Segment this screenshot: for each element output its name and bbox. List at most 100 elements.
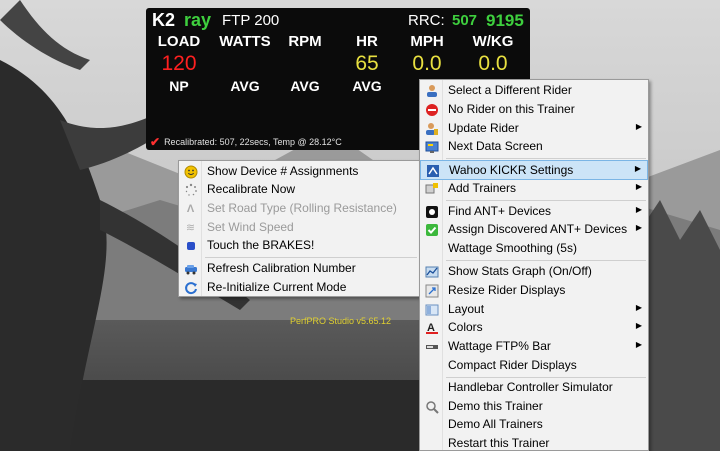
menu-item-label: Compact Rider Displays [448,358,577,372]
menu-item-label: Demo All Trainers [448,417,543,431]
value-hr: 65 [355,52,379,75]
menu-item-label: Next Data Screen [448,139,543,153]
menu-item-label: Set Wind Speed [207,220,294,234]
submenu-arrow-icon: ▶ [635,223,642,232]
menu-item-layout[interactable]: Layout ▶ [420,300,648,319]
menu-item-colors[interactable]: A Colors ▶ [420,318,648,337]
bar-icon [424,339,439,354]
recalibration-status: ✔ Recalibrated: 507, 22secs, Temp @ 28.1… [150,135,342,149]
menu-item-label: Recalibrate Now [207,182,296,196]
menu-item-label: Show Device # Assignments [207,164,359,178]
rrc-value-2: 9195 [486,11,524,30]
screen-icon [424,139,439,154]
header-load: LOAD [157,33,201,50]
menu-item-label: Show Stats Graph (On/Off) [448,264,592,278]
menu-separator [446,200,646,201]
menu-item-find-ant-devices[interactable]: Find ANT+ Devices ▶ [420,202,648,221]
menu-separator [446,260,646,261]
menu-item-demo-this-trainer[interactable]: Demo this Trainer [420,397,648,416]
kickr-icon [425,163,440,178]
menu-item-recalibrate-now[interactable]: Recalibrate Now [179,180,419,199]
user-edit-icon [424,121,439,136]
refresh-car-icon [183,261,198,276]
submenu-arrow-icon: ▶ [635,122,642,131]
header-mph: MPH [410,33,444,50]
menu-item-set-road-type[interactable]: Λ Set Road Type (Rolling Resistance) [179,199,419,218]
submenu-arrow-icon: ▶ [635,340,642,349]
menu-item-next-data-screen[interactable]: Next Data Screen [420,137,648,156]
menu-item-label: Colors [448,320,483,334]
menu-item-label: Resize Rider Displays [448,283,566,297]
menu-item-label: Update Rider [448,121,519,135]
colors-icon: A [424,320,439,335]
menu-item-refresh-calibration[interactable]: Refresh Calibration Number [179,259,419,278]
value-mph: 0.0 [412,52,442,75]
wind-icon: ≋ [185,222,196,234]
menu-item-label: Wahoo KICKR Settings [449,163,574,177]
recalibration-text: Recalibrated: 507, 22secs, Temp @ 28.12°… [164,137,342,147]
value-load: 120 [161,52,197,75]
label-np: NP [169,78,189,94]
header-wkg: W/KG [472,33,514,50]
menu-item-assign-ant-devices[interactable]: Assign Discovered ANT+ Devices ▶ [420,220,648,239]
road-icon: Λ [186,202,195,215]
rider-name: ray [184,10,212,30]
checkmark-icon: ✔ [150,135,161,149]
label-avg-rpm: AVG [290,78,320,94]
header-rpm: RPM [288,33,322,50]
reinit-icon [183,280,198,295]
rrc-label: RRC: [408,12,445,29]
label-avg-hr: AVG [352,78,382,94]
menu-item-compact-rider-displays[interactable]: Compact Rider Displays [420,356,648,375]
rider-number: K2 [152,10,176,30]
smiley-icon [183,164,198,179]
layout-icon [424,302,439,317]
menu-item-show-stats-graph[interactable]: Show Stats Graph (On/Off) [420,262,648,281]
menu-item-update-rider[interactable]: Update Rider ▶ [420,119,648,138]
menu-item-label: No Rider on this Trainer [448,102,575,116]
version-label: PerfPRO Studio v5.65.12 [290,316,392,326]
menu-item-resize-rider-displays[interactable]: Resize Rider Displays [420,281,648,300]
menu-item-label: Restart this Trainer [448,436,550,450]
ant-icon [424,204,439,219]
submenu-arrow-icon: ▶ [634,164,641,173]
menu-item-reinitialize-mode[interactable]: Re-Initialize Current Mode [179,278,419,297]
demo-icon [424,399,439,414]
value-wkg: 0.0 [478,52,508,75]
menu-item-add-trainers[interactable]: Add Trainers ▶ [420,179,648,198]
resize-icon [424,283,439,298]
menu-item-restart-trainer[interactable]: Restart this Trainer [420,434,648,451]
no-entry-icon [424,102,439,117]
menu-item-wahoo-kickr-settings[interactable]: Wahoo KICKR Settings ▶ [420,160,648,180]
submenu-arrow-icon: ▶ [635,303,642,312]
menu-item-handlebar-simulator[interactable]: Handlebar Controller Simulator [420,378,648,397]
menu-item-show-device-assignments[interactable]: Show Device # Assignments [179,162,419,181]
menu-item-no-rider[interactable]: No Rider on this Trainer [420,100,648,119]
menu-item-wattage-smoothing[interactable]: Wattage Smoothing (5s) [420,239,648,258]
spinner-icon [183,182,198,197]
menu-item-label: Wattage FTP% Bar [448,339,551,353]
menu-item-set-wind-speed[interactable]: ≋ Set Wind Speed [179,218,419,237]
submenu-arrow-icon: ▶ [635,182,642,191]
menu-item-demo-all-trainers[interactable]: Demo All Trainers [420,415,648,434]
menu-item-label: Wattage Smoothing (5s) [448,241,577,255]
menu-item-select-rider[interactable]: Select a Different Rider [420,81,648,100]
menu-item-label: Add Trainers [448,181,517,195]
kickr-settings-submenu: Show Device # Assignments Recalibrate No… [178,160,420,297]
header-watts: WATTS [219,33,271,50]
menu-item-label: Find ANT+ Devices [448,204,552,218]
menu-item-label: Demo this Trainer [448,399,543,413]
label-avg-watts: AVG [230,78,260,94]
menu-item-label: Re-Initialize Current Mode [207,280,347,294]
menu-separator [446,158,646,159]
menu-item-wattage-ftp-bar[interactable]: Wattage FTP% Bar ▶ [420,337,648,356]
submenu-arrow-icon: ▶ [635,321,642,330]
add-trainer-icon [424,181,439,196]
menu-item-touch-brakes[interactable]: Touch the BRAKES! [179,236,419,255]
menu-item-label: Assign Discovered ANT+ Devices [448,222,628,236]
header-hr: HR [356,33,378,50]
menu-item-label: Touch the BRAKES! [207,238,315,252]
ftp-value: FTP 200 [222,12,280,29]
brake-icon [183,238,198,253]
menu-item-label: Handlebar Controller Simulator [448,380,613,394]
